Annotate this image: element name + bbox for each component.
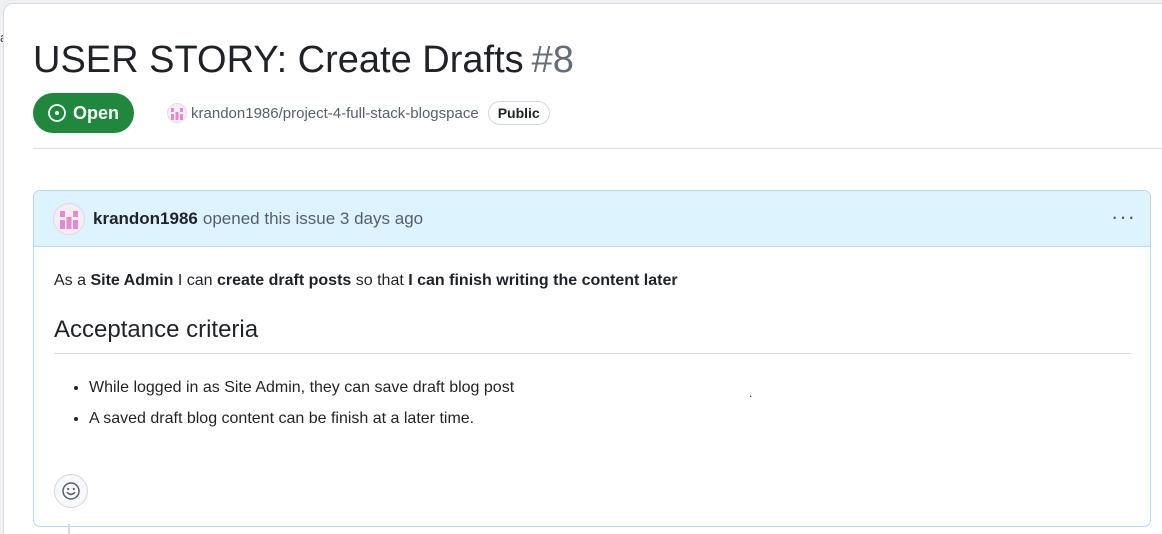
story-action: create draft posts <box>217 272 352 289</box>
comment-header: krandon1986 opened this issue 3 days ago… <box>34 191 1150 247</box>
issue-page: USER STORY: Create Drafts #8 Open krandon… <box>3 3 1162 534</box>
timeline-line <box>68 524 70 534</box>
story-benefit: I can finish writing the content later <box>408 272 678 289</box>
add-reaction-button[interactable] <box>54 474 88 508</box>
author-avatar[interactable] <box>53 202 85 235</box>
repo-owner-avatar[interactable] <box>167 103 187 123</box>
issue-number: #8 <box>531 39 574 81</box>
list-item: A saved draft blog content can be finish… <box>89 403 1131 434</box>
stray-mark: . <box>749 386 753 400</box>
list-item: While logged in as Site Admin, they can … <box>89 372 1131 403</box>
acceptance-criteria-list: While logged in as Site Admin, they can … <box>54 372 1131 434</box>
visibility-badge: Public <box>487 101 550 125</box>
comment-author[interactable]: krandon1986 <box>93 209 198 229</box>
story-role: Site Admin <box>90 272 174 289</box>
issue-title-row: USER STORY: Create Drafts #8 <box>33 36 574 84</box>
repo-link[interactable]: krandon1986/project-4-full-stack-blogspa… <box>191 105 479 122</box>
issue-meta-row: Open krandon1986/project-4-full-stack-bl… <box>33 93 550 133</box>
header-divider <box>33 148 1162 149</box>
comment-timestamp: opened this issue 3 days ago <box>202 208 424 228</box>
smiley-icon <box>62 482 80 500</box>
issue-title: USER STORY: Create Drafts <box>33 39 524 81</box>
user-story-text: As a Site Admin I can create draft posts… <box>54 272 678 289</box>
issue-open-icon <box>48 104 66 122</box>
issue-comment: krandon1986 opened this issue 3 days ago… <box>33 190 1151 527</box>
issue-state-badge: Open <box>33 93 135 133</box>
acceptance-criteria-heading: Acceptance criteria <box>54 315 1131 354</box>
issue-state-label: Open <box>73 102 120 123</box>
kebab-menu-icon[interactable]: ··· <box>1111 206 1136 228</box>
comment-body: As a Site Admin I can create draft posts… <box>34 247 1150 434</box>
